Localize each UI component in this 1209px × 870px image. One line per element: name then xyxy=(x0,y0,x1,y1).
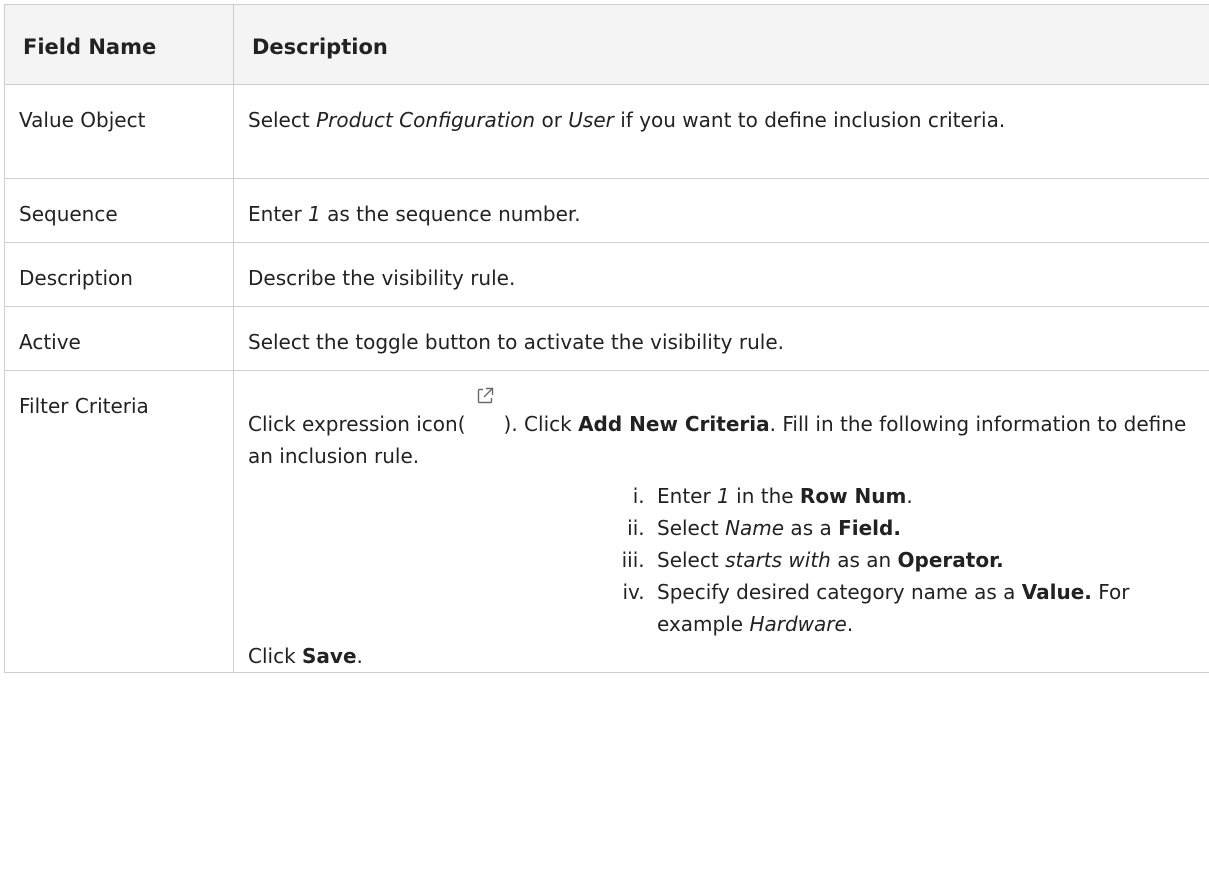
text: Click xyxy=(248,644,303,668)
list-item: Select Name as a Field. xyxy=(651,512,1200,544)
text-em: 1 xyxy=(717,484,730,508)
text: Enter xyxy=(657,484,718,508)
description-cell: Click expression icon( ). Click Add New C… xyxy=(233,370,1209,673)
text: as a xyxy=(784,516,839,540)
text: . xyxy=(846,612,854,636)
field-name-cell: Description xyxy=(4,242,234,307)
text-em: Name xyxy=(725,516,785,540)
text: as an xyxy=(830,548,898,572)
text-bold: Row Num xyxy=(799,484,907,508)
text: if you want to define inclusion criteria… xyxy=(613,108,1006,132)
option-product-configuration: Product Configuration xyxy=(316,108,536,132)
external-link-icon xyxy=(466,387,504,431)
description-cell: Select the toggle button to activate the… xyxy=(233,306,1209,371)
field-name-cell: Filter Criteria xyxy=(4,370,234,673)
text-em: starts with xyxy=(725,548,831,572)
table-row: Filter Criteria Click expression icon().… xyxy=(4,370,1209,673)
text: Enter xyxy=(248,202,309,226)
text: Click expression icon( xyxy=(248,412,466,436)
field-name-cell: Value Object xyxy=(4,84,234,179)
description-cell: Select Product Configuration or User if … xyxy=(233,84,1209,179)
text: in the xyxy=(729,484,800,508)
text-bold: Operator. xyxy=(897,548,1004,572)
table-header-row: Field Name Description xyxy=(4,4,1209,85)
text: Specify desired category name as a xyxy=(657,580,1022,604)
steps-list: Enter 1 in the Row Num. Select Name as a… xyxy=(248,480,1200,640)
header-field-name: Field Name xyxy=(4,4,234,85)
save-instruction: Click Save. xyxy=(248,640,1200,672)
text-em: Hardware xyxy=(749,612,847,636)
field-name-cell: Sequence xyxy=(4,178,234,243)
text: or xyxy=(535,108,569,132)
table-row: Value Object Select Product Configuratio… xyxy=(4,84,1209,179)
field-description-table: Field Name Description Value Object Sele… xyxy=(4,4,1209,673)
list-item: Specify desired category name as a Value… xyxy=(651,576,1200,640)
table-row: Description Describe the visibility rule… xyxy=(4,242,1209,307)
sequence-number: 1 xyxy=(308,202,321,226)
text: Select xyxy=(248,108,317,132)
table-row: Sequence Enter 1 as the sequence number. xyxy=(4,178,1209,243)
header-description: Description xyxy=(233,4,1209,85)
field-name-cell: Active xyxy=(4,306,234,371)
filter-intro: Click expression icon( ). Click Add New C… xyxy=(248,387,1200,472)
save-label: Save xyxy=(302,644,357,668)
text-bold: Value. xyxy=(1021,580,1092,604)
text: Select xyxy=(657,516,726,540)
text: Select xyxy=(657,548,726,572)
table-row: Active Select the toggle button to activ… xyxy=(4,306,1209,371)
description-cell: Enter 1 as the sequence number. xyxy=(233,178,1209,243)
text: ). Click xyxy=(503,412,579,436)
option-user: User xyxy=(568,108,614,132)
text: as the sequence number. xyxy=(320,202,581,226)
list-item: Select starts with as an Operator. xyxy=(651,544,1200,576)
text: . xyxy=(906,484,913,508)
list-item: Enter 1 in the Row Num. xyxy=(651,480,1200,512)
add-new-criteria-label: Add New Criteria xyxy=(578,412,770,436)
text-bold: Field. xyxy=(838,516,901,540)
text: . xyxy=(356,644,363,668)
description-cell: Describe the visibility rule. xyxy=(233,242,1209,307)
